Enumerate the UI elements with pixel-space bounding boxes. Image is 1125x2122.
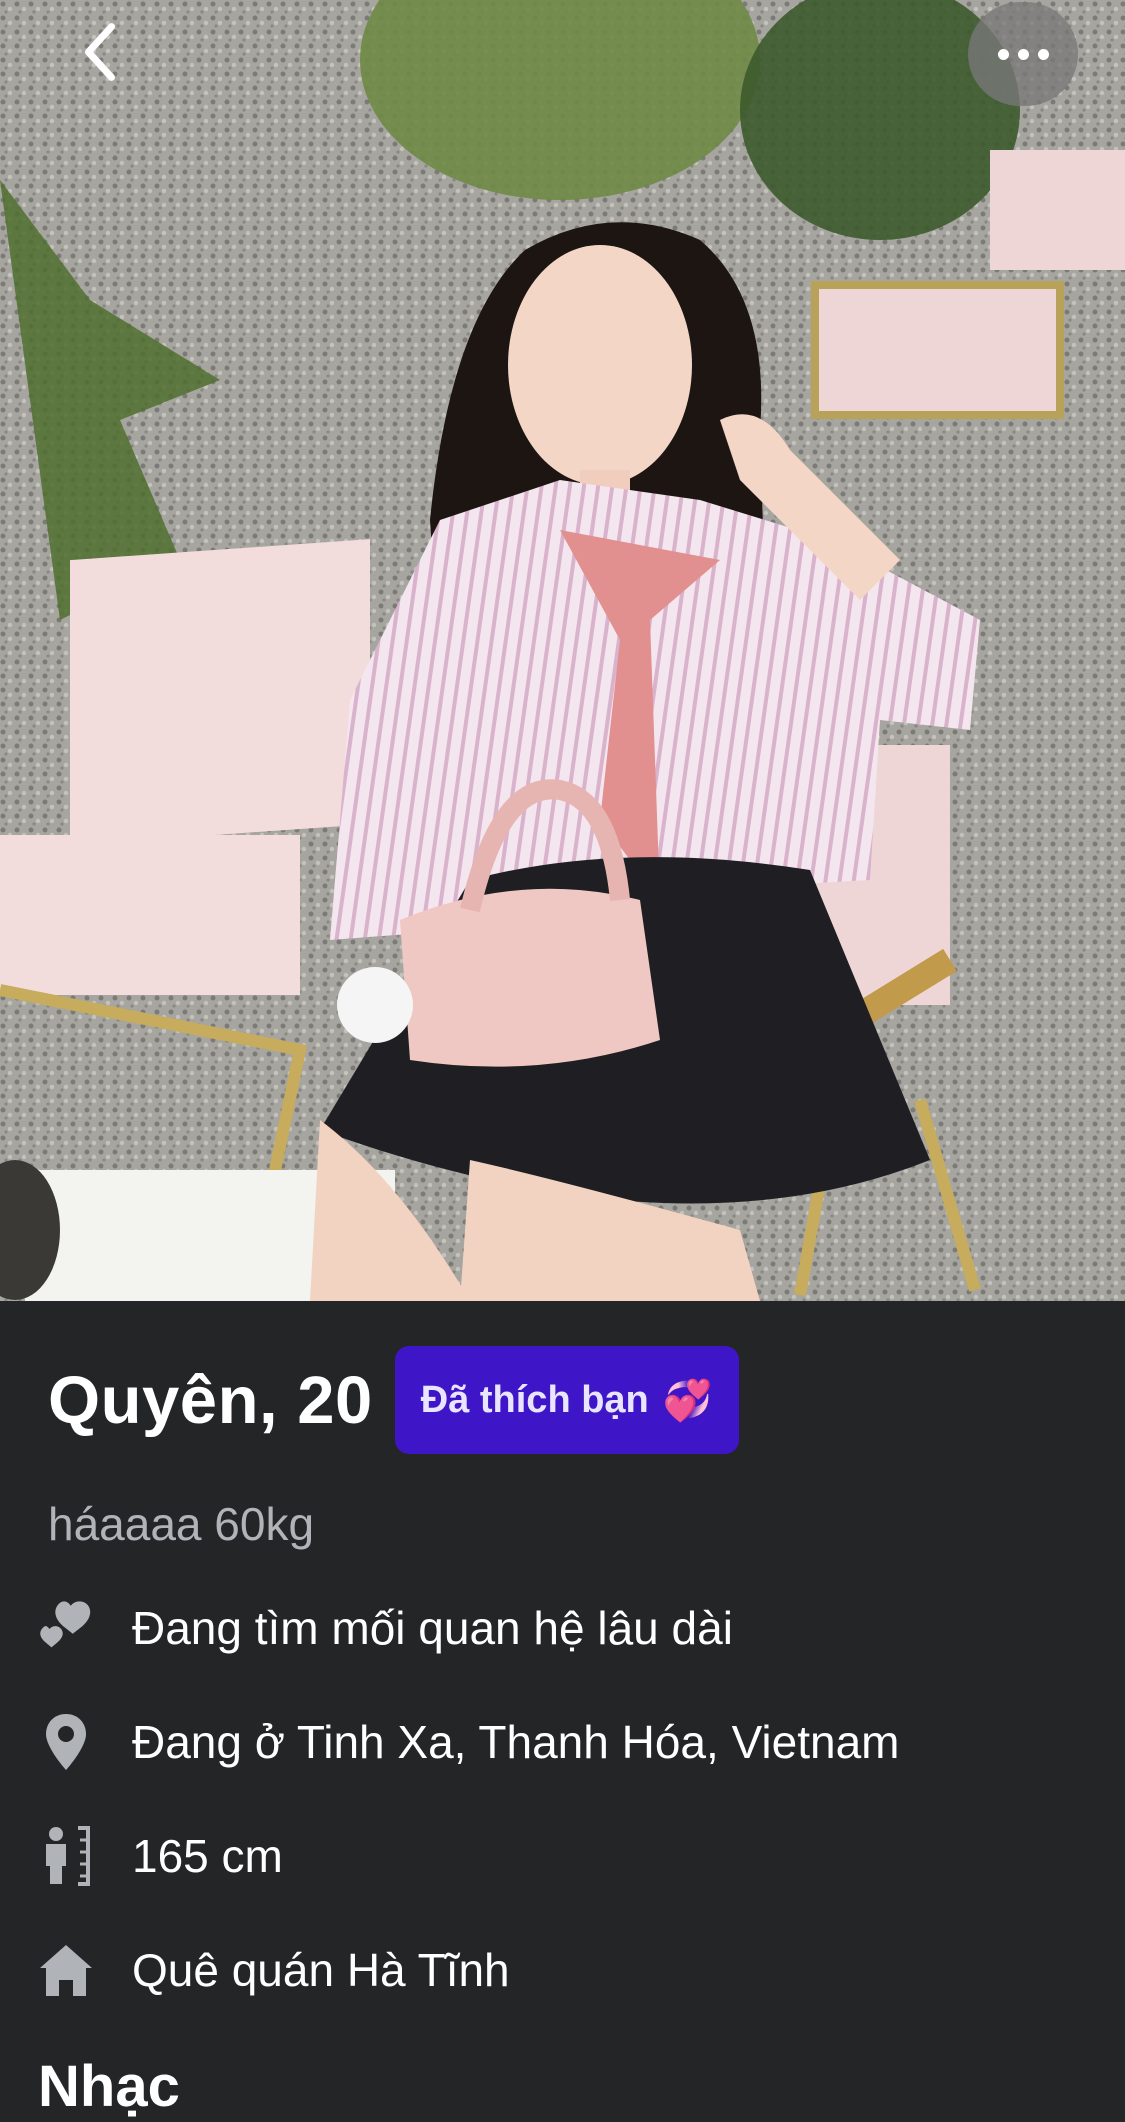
detail-height: 165 cm: [36, 1821, 283, 1891]
detail-label: Quê quán Hà Tĩnh: [132, 1944, 510, 1996]
back-button[interactable]: [70, 22, 130, 82]
name-row: Quyên, 20 Đã thích bạn 💞: [48, 1346, 739, 1454]
more-options-button[interactable]: [968, 2, 1078, 106]
detail-label: Đang tìm mối quan hệ lâu dài: [132, 1602, 733, 1654]
location-pin-icon: [36, 1712, 96, 1772]
height-icon: [36, 1826, 96, 1886]
detail-hometown: Quê quán Hà Tĩnh: [36, 1935, 510, 2005]
hearts-emoji: 💞: [662, 1378, 713, 1423]
photo-illustration: [0, 0, 1125, 1301]
liked-you-badge: Đã thích bạn 💞: [394, 1346, 739, 1454]
more-icon-dot: [997, 48, 1009, 60]
detail-label: Đang ở Tinh Xa, Thanh Hóa, Vietnam: [132, 1716, 900, 1768]
profile-photo[interactable]: [0, 0, 1125, 1301]
detail-label: 165 cm: [132, 1830, 283, 1882]
detail-location: Đang ở Tinh Xa, Thanh Hóa, Vietnam: [36, 1707, 900, 1777]
home-icon: [36, 1940, 96, 2000]
more-icon-dot: [1017, 48, 1029, 60]
hearts-icon: [36, 1598, 96, 1658]
profile-name-age: Quyên, 20: [48, 1362, 373, 1438]
more-icon-dot: [1037, 48, 1049, 60]
music-section-title: Nhạc: [38, 2054, 180, 2119]
liked-you-label: Đã thích bạn: [420, 1378, 649, 1421]
chevron-left-icon: [84, 23, 115, 81]
profile-bio: háaaaa 60kg: [48, 1498, 315, 1550]
detail-relationship-goal: Đang tìm mối quan hệ lâu dài: [36, 1593, 733, 1663]
profile-info-panel: Quyên, 20 Đã thích bạn 💞 háaaaa 60kg Đan…: [0, 1301, 1125, 2122]
